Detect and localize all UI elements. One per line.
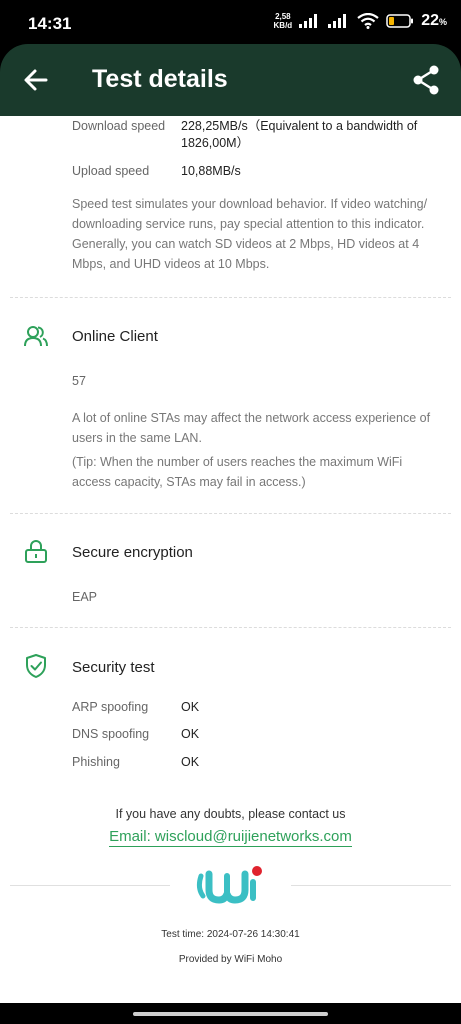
share-icon[interactable] (411, 64, 441, 96)
battery-icon (386, 14, 414, 28)
divider (10, 513, 451, 514)
divider (291, 885, 451, 886)
battery-percent: 22% (421, 12, 447, 29)
status-bar: 14:31 2,58 KB/d 22% (0, 0, 461, 46)
online-client-title: Online Client (72, 328, 158, 345)
signal-icon (328, 14, 347, 28)
security-test-result: OK (181, 755, 200, 769)
security-test-label: DNS spoofing (72, 727, 150, 741)
security-test-label: Phishing (72, 755, 120, 769)
encryption-value: EAP (72, 590, 98, 604)
arrow-left-icon[interactable] (20, 64, 52, 96)
test-time: Test time: 2024-07-26 14:30:41 (161, 929, 300, 940)
upload-speed-label: Upload speed (72, 164, 150, 178)
provided-by: Provided by WiFi Moho (178, 954, 283, 965)
signal-icon (299, 14, 318, 28)
secure-encryption-title: Secure encryption (72, 544, 193, 561)
lock-icon (25, 540, 47, 563)
contact-email-link[interactable]: Email: wiscloud@ruijienetworks.com (0, 828, 461, 847)
system-nav-bar (0, 1003, 461, 1024)
speed-description: Speed test simulates your download behav… (72, 197, 428, 271)
app-bar: Test details (0, 44, 461, 116)
online-client-tip: (Tip: When the number of users reaches t… (72, 455, 403, 489)
users-icon (24, 326, 48, 347)
security-test-result: OK (181, 727, 200, 741)
upload-speed-value: 10,88MB/s (181, 164, 241, 178)
security-test-label: ARP spoofing (72, 700, 149, 714)
wifi-icon (357, 13, 379, 29)
download-speed-value: 228,25MB/s（Equivalent to a bandwidth of … (181, 119, 418, 150)
status-time: 14:31 (28, 14, 72, 33)
shield-check-icon (26, 654, 46, 678)
contact-text: If you have any doubts, please contact u… (115, 807, 346, 821)
test-details-content[interactable]: Download speed 228,25MB/s（Equivalent to … (0, 116, 461, 1003)
online-client-description: A lot of online STAs may affect the netw… (72, 411, 431, 445)
security-test-title: Security test (72, 659, 155, 676)
page-title: Test details (92, 65, 228, 93)
divider (10, 627, 451, 628)
online-client-value: 57 (72, 374, 86, 388)
divider (10, 885, 170, 886)
divider (10, 297, 451, 298)
security-test-result: OK (181, 700, 200, 714)
download-speed-label: Download speed (72, 119, 166, 133)
wifi-moho-logo (196, 866, 262, 904)
network-speed-indicator: 2,58 KB/d (273, 12, 293, 30)
home-indicator[interactable] (133, 1012, 328, 1016)
status-icons: 2,58 KB/d 22% (274, 12, 447, 30)
